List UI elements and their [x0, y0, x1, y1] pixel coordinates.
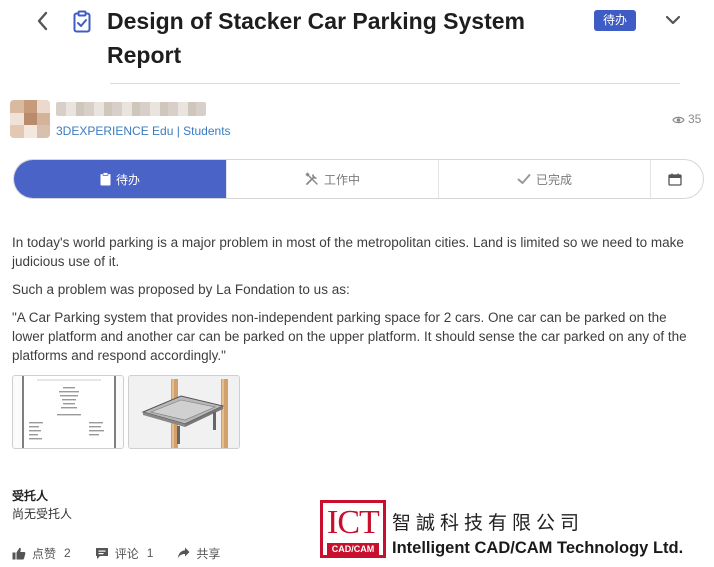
tab-done-label: 已完成 [535, 172, 572, 187]
comment-button[interactable]: 评论 1 [95, 545, 154, 562]
status-badge: 待办 [594, 10, 636, 31]
company-name-english: Intelligent CAD/CAM Technology Ltd. [392, 539, 684, 557]
description-quote: "A Car Parking system that provides non-… [12, 310, 687, 363]
tab-todo-label: 待办 [115, 172, 140, 187]
author-name-blurred [56, 102, 206, 116]
tools-icon [305, 172, 318, 185]
avatar[interactable] [10, 100, 50, 138]
company-watermark: ICT CAD/CAM 智誠科技有限公司 Intelligent CAD/CAM… [320, 497, 714, 565]
ict-logo-subtext: CAD/CAM [327, 543, 379, 555]
check-icon [517, 174, 531, 184]
like-button[interactable]: 点赞 2 [12, 545, 71, 562]
ict-logo: ICT CAD/CAM [320, 500, 386, 558]
tab-in-progress[interactable]: 工作中 [227, 160, 439, 198]
like-count: 2 [64, 546, 71, 560]
assignee-value: 尚无受托人 [12, 507, 73, 521]
ict-logo-text: ICT [327, 504, 380, 541]
comment-icon [95, 547, 108, 559]
action-bar: 点赞 2 评论 1 共享 [12, 545, 244, 561]
description-paragraph: In today's world parking is a major prob… [12, 235, 684, 269]
header-divider [110, 83, 680, 84]
share-button[interactable]: 共享 [177, 545, 220, 562]
chevron-left-icon [37, 11, 48, 31]
attachment-thumbnail-document[interactable] [12, 375, 124, 449]
view-count-value: 35 [688, 112, 702, 126]
attachment-thumbnail-render[interactable] [128, 375, 240, 449]
tab-in-progress-label: 工作中 [323, 172, 360, 187]
more-options-button[interactable] [663, 10, 683, 30]
like-label: 点赞 [32, 546, 57, 561]
eye-icon [672, 116, 685, 124]
back-button[interactable] [33, 10, 53, 32]
calendar-icon [667, 173, 682, 186]
share-label: 共享 [196, 546, 221, 561]
chevron-down-icon [665, 15, 681, 25]
comment-label: 评论 [114, 546, 139, 561]
share-icon [178, 547, 190, 559]
thumbs-up-icon [12, 547, 26, 559]
task-header: Design of Stacker Car Parking System Rep… [0, 0, 714, 80]
status-tabs: 待办 工作中 已完成 [13, 159, 704, 199]
task-clipboard-icon [72, 10, 92, 34]
calendar-button[interactable] [651, 160, 703, 198]
clipboard-icon [100, 172, 111, 186]
description-paragraph: Such a problem was proposed by La Fondat… [12, 282, 350, 297]
comment-count: 1 [146, 546, 154, 560]
company-name-chinese: 智誠科技有限公司 [392, 512, 585, 534]
page-title: Design of Stacker Car Parking System Rep… [107, 8, 525, 68]
assignee-label: 受托人 [12, 489, 49, 503]
tab-done[interactable]: 已完成 [439, 160, 651, 198]
tab-todo[interactable]: 待办 [14, 160, 227, 198]
author-organization[interactable]: 3DEXPERIENCE Edu | Students [56, 124, 231, 138]
author-block: 3DEXPERIENCE Edu | Students [10, 98, 310, 140]
view-count: 35 [672, 112, 701, 126]
task-description: In today's world parking is a major prob… [12, 233, 702, 374]
